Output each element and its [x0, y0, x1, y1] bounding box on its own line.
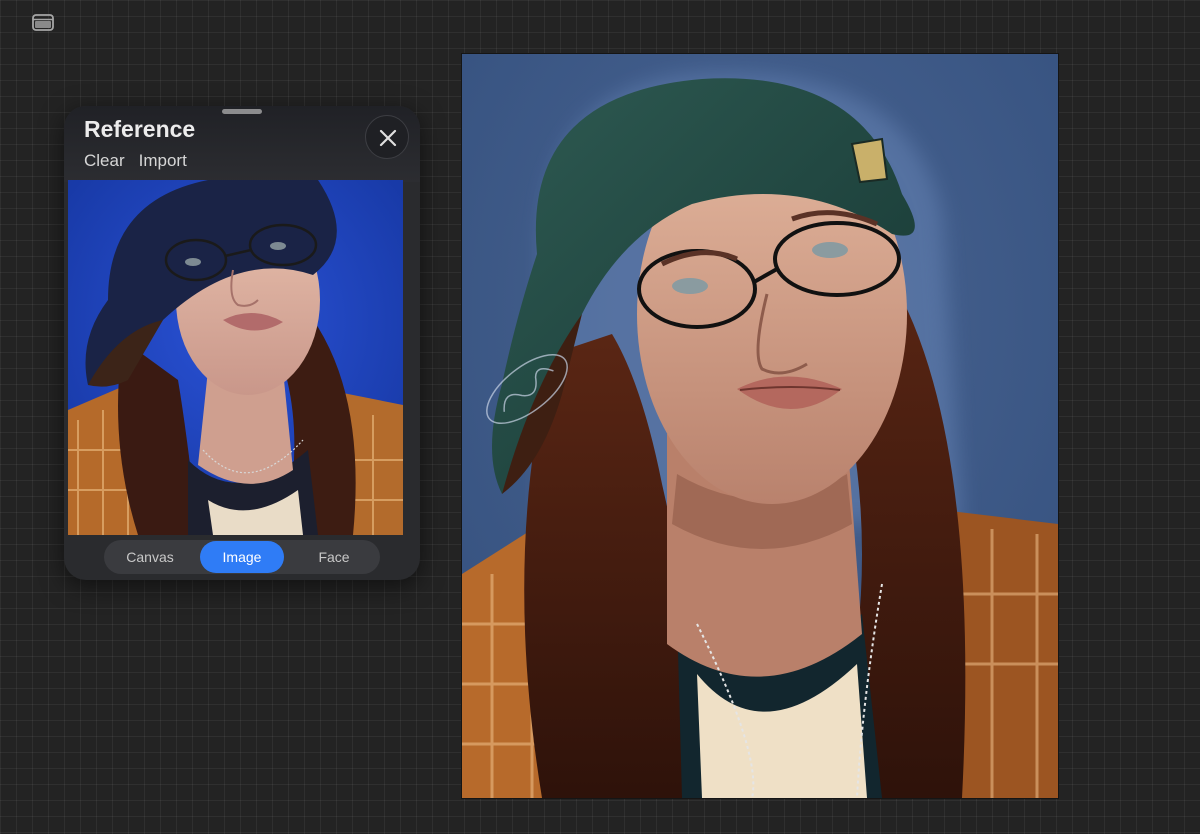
reference-image [68, 180, 403, 535]
tab-canvas[interactable]: Canvas [108, 541, 192, 573]
reference-title: Reference [84, 116, 196, 142]
panel-drag-handle[interactable] [222, 109, 262, 114]
canvas-workspace[interactable]: Reference Clear Import Canvas Image Face [0, 0, 1200, 834]
canvas-artwork[interactable] [462, 54, 1058, 798]
sidebar-toggle-icon[interactable] [32, 14, 54, 31]
close-icon [379, 129, 397, 147]
import-button[interactable]: Import [139, 151, 187, 171]
tab-image[interactable]: Image [200, 541, 284, 573]
tab-face[interactable]: Face [292, 541, 376, 573]
reference-panel-header: Reference Clear Import [64, 106, 420, 182]
reference-actions: Clear Import [84, 151, 187, 171]
close-button[interactable] [365, 115, 409, 159]
reference-mode-control: Canvas Image Face [104, 540, 380, 574]
clear-button[interactable]: Clear [84, 151, 125, 171]
reference-panel: Reference Clear Import Canvas Image Face [64, 106, 420, 580]
